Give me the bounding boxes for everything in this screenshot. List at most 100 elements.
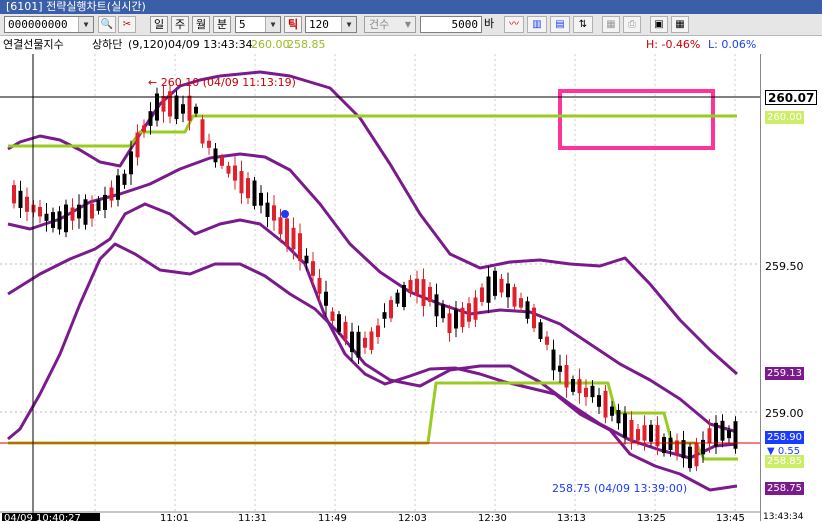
link-icon[interactable]: ✂	[118, 16, 136, 33]
chevron-down-icon[interactable]: ▼	[265, 17, 280, 32]
candle	[213, 143, 218, 168]
time-label: 13:13	[557, 513, 586, 521]
candle	[265, 192, 270, 228]
bar-count-value: 5000	[451, 18, 479, 31]
candle	[207, 133, 211, 155]
upper-stop-line	[8, 114, 737, 148]
candle	[467, 297, 471, 328]
candle	[350, 322, 354, 362]
candle	[83, 194, 88, 230]
print-icon[interactable]: ⎙	[623, 16, 641, 33]
candle	[272, 195, 276, 231]
candle	[421, 268, 426, 317]
candle	[246, 172, 250, 205]
candle	[714, 415, 718, 455]
lower-stop-line	[8, 381, 738, 461]
price-chart[interactable]: ← 260.10 (04/09 11:13:19) 258.75 (04/09 …	[0, 54, 760, 521]
window-icon[interactable]: ▣	[650, 16, 668, 33]
candle	[70, 198, 75, 230]
level-260-tag: 260.00	[765, 111, 804, 124]
candle	[122, 169, 127, 189]
signal-dot	[281, 210, 289, 218]
candle	[200, 115, 205, 148]
candle	[447, 304, 452, 342]
candle	[415, 270, 419, 304]
candle	[577, 368, 582, 404]
chevron-down-icon[interactable]: ▼	[78, 17, 93, 32]
candle	[330, 307, 335, 326]
interval-combo[interactable]: 5 ▼	[235, 16, 281, 33]
candle	[18, 180, 23, 218]
candle-chart-icon[interactable]: ▤	[550, 16, 570, 33]
candle	[720, 414, 725, 448]
candle	[116, 168, 120, 207]
candle	[25, 187, 29, 222]
candle	[545, 331, 549, 351]
chart-info-bar: 연결선물지수 상하단 (9,120) 04/09 13:43:34 260.00…	[0, 36, 760, 54]
candle	[142, 119, 146, 138]
code-combo[interactable]: 000000000 ▼	[4, 16, 94, 33]
bar-count-input[interactable]: 5000	[420, 16, 482, 33]
price-label-259-00: 259.00	[765, 407, 804, 420]
lower-line-tag: 258.85	[765, 455, 804, 468]
candle	[395, 289, 400, 307]
high-change-stat: H: -0.46%	[646, 38, 701, 51]
candle	[551, 339, 556, 381]
candle	[564, 354, 569, 398]
candle	[337, 311, 341, 335]
bar-chart-icon[interactable]: ▥	[527, 16, 547, 33]
period-day-button[interactable]: 일	[150, 16, 168, 33]
cursor-time-label: 04/09 10:40:27	[4, 513, 81, 521]
candle	[454, 300, 458, 338]
candle	[252, 176, 257, 210]
candle	[525, 296, 530, 324]
candle	[148, 102, 153, 135]
candle	[155, 87, 159, 127]
count-combo[interactable]: 120 ▼	[305, 16, 357, 33]
table-icon[interactable]: ▦	[671, 16, 689, 33]
chevron-down-icon[interactable]: ▼	[341, 17, 356, 32]
high-marker-label: ← 260.10 (04/09 11:13:19)	[148, 76, 296, 89]
price-bands	[7, 70, 738, 492]
candle	[428, 282, 432, 307]
candle	[57, 206, 62, 235]
time-axis: 04/09 10:40:27 11:01 11:31 11:49 12:03 1…	[0, 511, 760, 521]
green-line-tag: 258.90	[765, 431, 804, 444]
lower-band-tag: 258.75	[765, 482, 804, 495]
sort-icon[interactable]: ⇅	[573, 16, 593, 33]
candle	[135, 124, 140, 166]
period-minute-button[interactable]: 분	[213, 16, 231, 33]
info-datetime: 04/09 13:43:34	[168, 38, 253, 51]
time-label: 11:31	[238, 513, 267, 521]
period-week-button[interactable]: 주	[171, 16, 189, 33]
candle	[597, 387, 601, 415]
indicator-params: (9,120)	[128, 38, 169, 51]
chevron-down-icon[interactable]: ▼	[401, 17, 415, 32]
search-icon[interactable]: 🔍	[98, 16, 116, 33]
candle	[51, 207, 55, 233]
candle	[486, 266, 491, 314]
candle	[363, 331, 367, 355]
info-value-2: 258.85	[287, 38, 326, 51]
line-chart-icon[interactable]: 〰	[504, 16, 524, 33]
count-value: 120	[309, 18, 329, 31]
grid-icon[interactable]: ▦	[602, 16, 620, 33]
candle	[733, 416, 738, 454]
candle	[499, 273, 504, 298]
upper-band-tag: 259.13	[765, 367, 804, 380]
count-type-value: 건수	[369, 18, 390, 31]
candle	[109, 180, 114, 208]
window-title: [6101] 전략실행차트(실시간)	[0, 0, 822, 14]
candle	[233, 156, 237, 190]
code-value: 000000000	[8, 18, 68, 31]
candle	[382, 303, 387, 328]
candle	[571, 375, 575, 396]
candle	[434, 283, 439, 328]
count-type-combo[interactable]: 건수 ▼	[364, 16, 416, 33]
period-month-button[interactable]: 월	[192, 16, 210, 33]
candle	[239, 160, 244, 204]
time-label: 11:01	[160, 513, 189, 521]
tick-button[interactable]: 틱	[284, 16, 302, 33]
candle	[369, 327, 374, 355]
candle	[629, 411, 634, 450]
